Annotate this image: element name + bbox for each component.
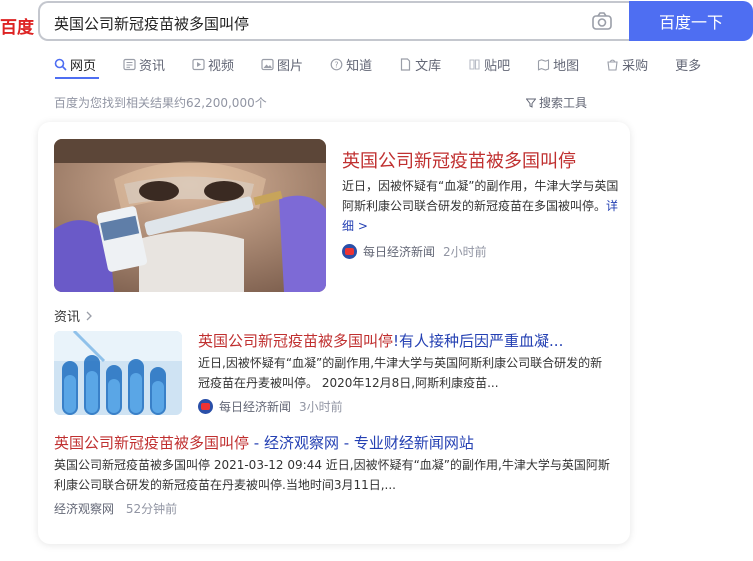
main-result-title[interactable]: 英国公司新冠疫苗被多国叫停: [342, 147, 576, 173]
tab-zhidao[interactable]: ? 知道: [330, 54, 372, 74]
search-input[interactable]: 英国公司新冠疫苗被多国叫停: [38, 1, 630, 41]
third-result-description: 英国公司新冠疫苗被多国叫停 2021-03-12 09:44 近日,因被怀疑有“…: [54, 458, 610, 492]
search-query-text[interactable]: 英国公司新冠疫苗被多国叫停: [54, 13, 249, 34]
source-name[interactable]: 每日经济新闻: [219, 398, 291, 415]
tab-label: 网页: [70, 58, 97, 74]
svg-text:?: ?: [334, 60, 338, 69]
document-icon: [400, 57, 411, 71]
third-result-title-rest: - 经济观察网 - 专业财经新闻网站: [249, 434, 474, 452]
tab-label: 视频: [208, 58, 235, 74]
publish-time: 3小时前: [299, 400, 343, 414]
publish-time: 52分钟前: [125, 502, 178, 516]
tab-tieba[interactable]: 贴吧: [468, 54, 510, 74]
news-icon: [123, 58, 136, 70]
publish-time: 2小时前: [443, 245, 487, 259]
sub-result-title[interactable]: 英国公司新冠疫苗被多国叫停!有人接种后因严重血凝...: [198, 330, 563, 351]
third-result-title-highlight: 英国公司新冠疫苗被多国叫停: [54, 434, 250, 452]
vaccine-photo: [54, 139, 326, 292]
tab-video[interactable]: 视频: [192, 54, 234, 74]
sub-result-description: 近日,因被怀疑有“血凝”的副作用,牛津大学与英国阿斯利康公司联合研发的新冠疫苗在…: [198, 356, 603, 390]
main-result-description: 近日，因被怀疑有“血凝”的副作用，牛津大学与英国阿斯利康公司联合研发的新冠疫苗在…: [342, 176, 622, 236]
main-result-description-text: 近日，因被怀疑有“血凝”的副作用，牛津大学与英国阿斯利康公司联合研发的新冠疫苗在…: [342, 179, 619, 213]
main-result-image[interactable]: [54, 139, 326, 292]
active-tab-underline: [55, 77, 99, 79]
sub-result-title-rest: !有人接种后因严重血凝...: [393, 332, 564, 350]
tab-label: 地图: [553, 58, 580, 74]
search-tools-label: 搜索工具: [539, 96, 588, 110]
source-name[interactable]: 每日经济新闻: [363, 243, 435, 260]
search-tabs: 网页 资讯 视频 图片 ? 知道 文库 贴吧 地图 采购 更多: [54, 54, 728, 74]
image-icon: [261, 58, 274, 70]
third-result-source: 经济观察网 52分钟前: [54, 500, 177, 517]
chevron-right-icon: [86, 311, 92, 320]
test-tubes-photo: [54, 331, 182, 415]
source-logo-icon: [342, 244, 357, 259]
tab-label: 更多: [675, 58, 702, 74]
shopping-icon: [607, 59, 618, 71]
question-icon: ?: [330, 58, 343, 70]
result-count: 百度为您找到相关结果约62,200,000个: [54, 96, 267, 110]
tab-wenku[interactable]: 文库: [399, 54, 441, 74]
search-tools-button[interactable]: 搜索工具: [526, 94, 587, 111]
filter-icon: [526, 98, 536, 108]
sub-result-image[interactable]: [54, 331, 182, 415]
search-button[interactable]: 百度一下: [629, 1, 753, 41]
tieba-icon: [469, 58, 480, 70]
baidu-logo-fragment[interactable]: 百度: [0, 13, 34, 38]
map-icon: [538, 58, 550, 71]
sub-result-source: 每日经济新闻 3小时前: [198, 398, 343, 415]
news-section-link[interactable]: 资讯: [54, 306, 93, 325]
tab-label: 知道: [346, 58, 373, 74]
tab-more[interactable]: 更多: [675, 54, 701, 74]
camera-icon[interactable]: [592, 12, 612, 30]
tab-web[interactable]: 网页: [54, 54, 96, 74]
source-name[interactable]: 经济观察网: [54, 502, 114, 516]
tab-label: 贴吧: [484, 58, 511, 74]
main-result-source: 每日经济新闻 2小时前: [342, 243, 487, 260]
tab-label: 资讯: [139, 58, 166, 74]
tab-label: 文库: [415, 58, 442, 74]
tab-label: 图片: [277, 58, 304, 74]
tab-label: 采购: [622, 58, 649, 74]
news-section-label: 资讯: [54, 310, 81, 325]
third-result-title[interactable]: 英国公司新冠疫苗被多国叫停 - 经济观察网 - 专业财经新闻网站: [54, 432, 474, 453]
tab-images[interactable]: 图片: [261, 54, 303, 74]
search-icon: [54, 58, 67, 71]
tab-procurement[interactable]: 采购: [606, 54, 648, 74]
tab-map[interactable]: 地图: [537, 54, 579, 74]
source-logo-icon: [198, 399, 213, 414]
tab-news[interactable]: 资讯: [123, 54, 165, 74]
video-icon: [192, 58, 205, 70]
sub-result-title-highlight: 英国公司新冠疫苗被多国叫停: [198, 332, 394, 350]
